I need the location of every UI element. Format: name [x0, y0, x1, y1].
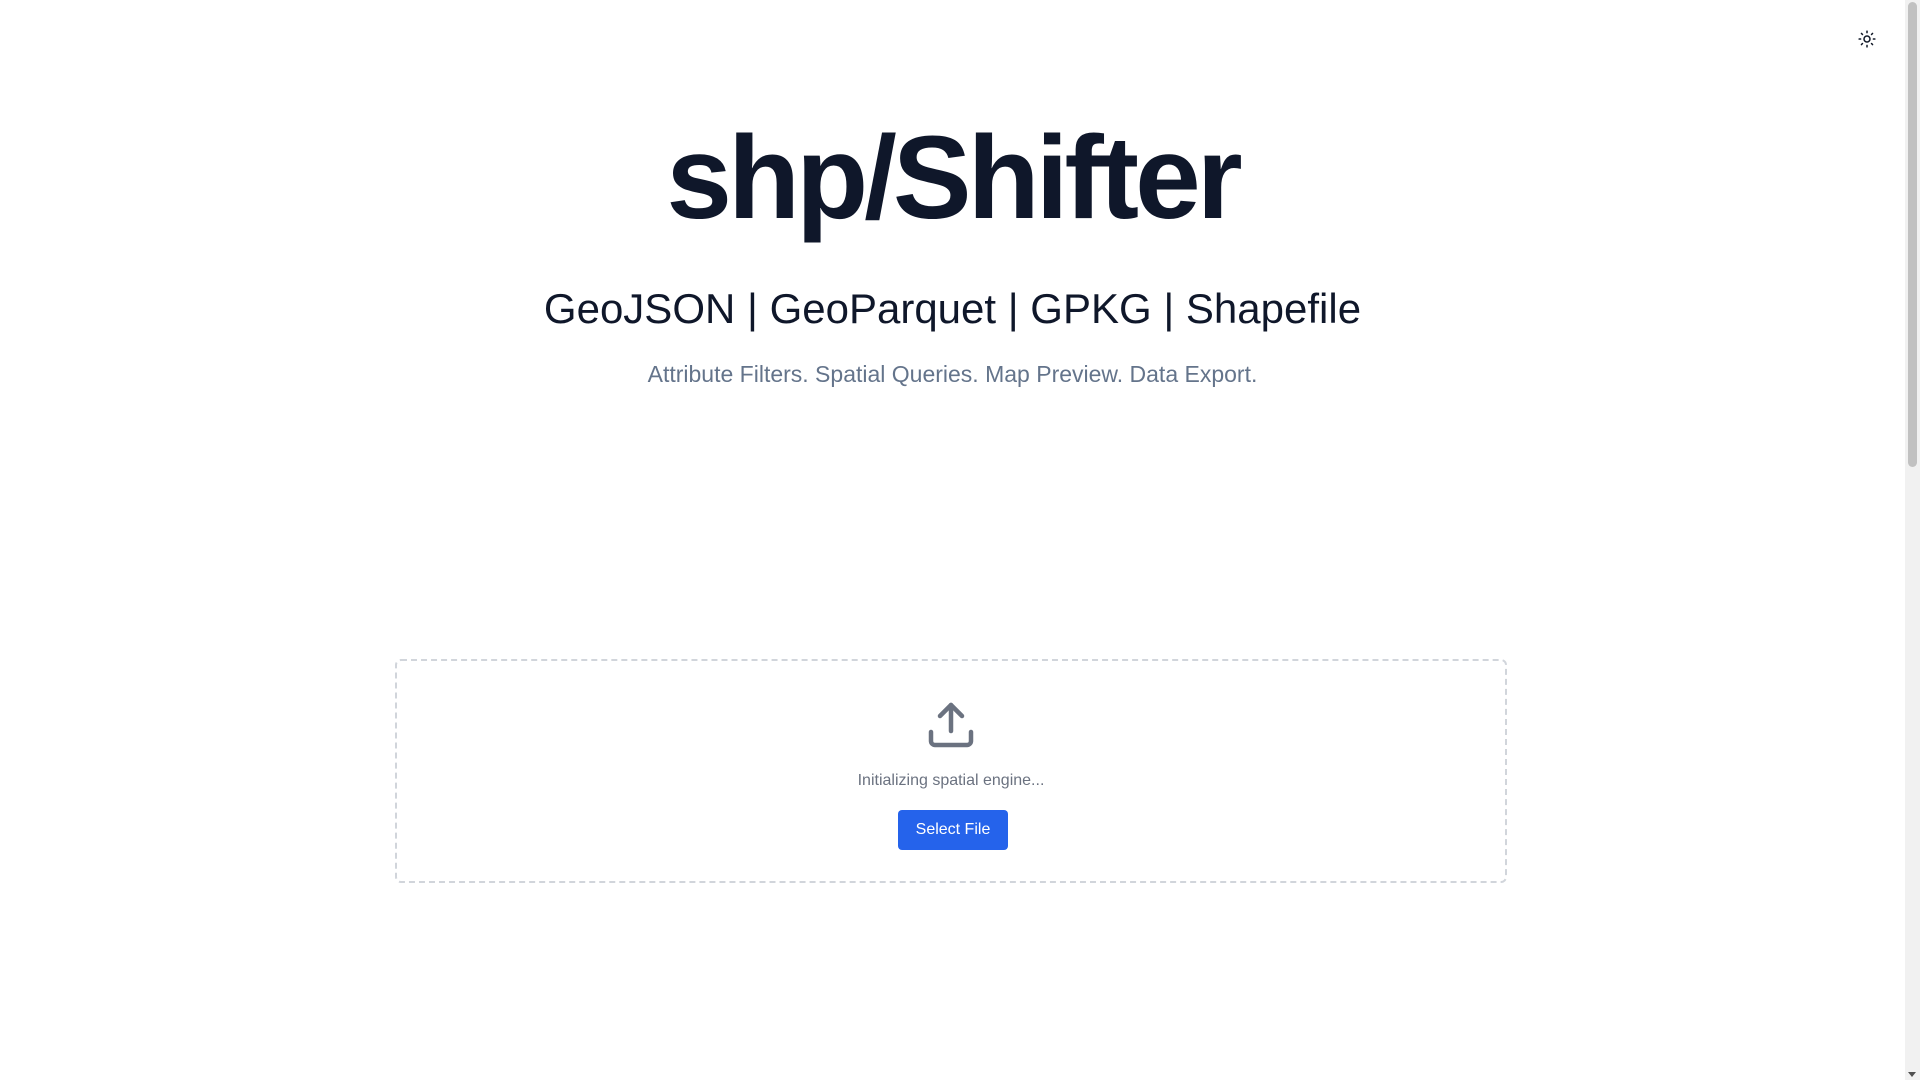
features-tagline: Attribute Filters. Spatial Queries. Map … — [647, 361, 1258, 387]
main-content: shp/Shifter GeoJSON | GeoParquet | GPKG … — [0, 0, 1905, 1080]
select-file-button[interactable]: Select File — [898, 810, 1008, 850]
vertical-scrollbar[interactable] — [1905, 0, 1920, 1080]
sun-icon — [1858, 30, 1876, 48]
upload-icon — [928, 702, 974, 748]
scrollbar-thumb[interactable] — [1908, 2, 1917, 467]
file-dropzone[interactable]: Initializing spatial engine... Select Fi… — [395, 659, 1507, 883]
scroll-down-arrow-icon[interactable] — [1908, 1072, 1916, 1077]
status-text: Initializing spatial engine... — [857, 772, 1045, 789]
supported-formats: GeoJSON | GeoParquet | GPKG | Shapefile — [543, 285, 1362, 332]
theme-toggle-button[interactable] — [1852, 24, 1882, 54]
page: shp/Shifter GeoJSON | GeoParquet | GPKG … — [0, 0, 1920, 1080]
page-title: shp/Shifter — [666, 112, 1242, 244]
